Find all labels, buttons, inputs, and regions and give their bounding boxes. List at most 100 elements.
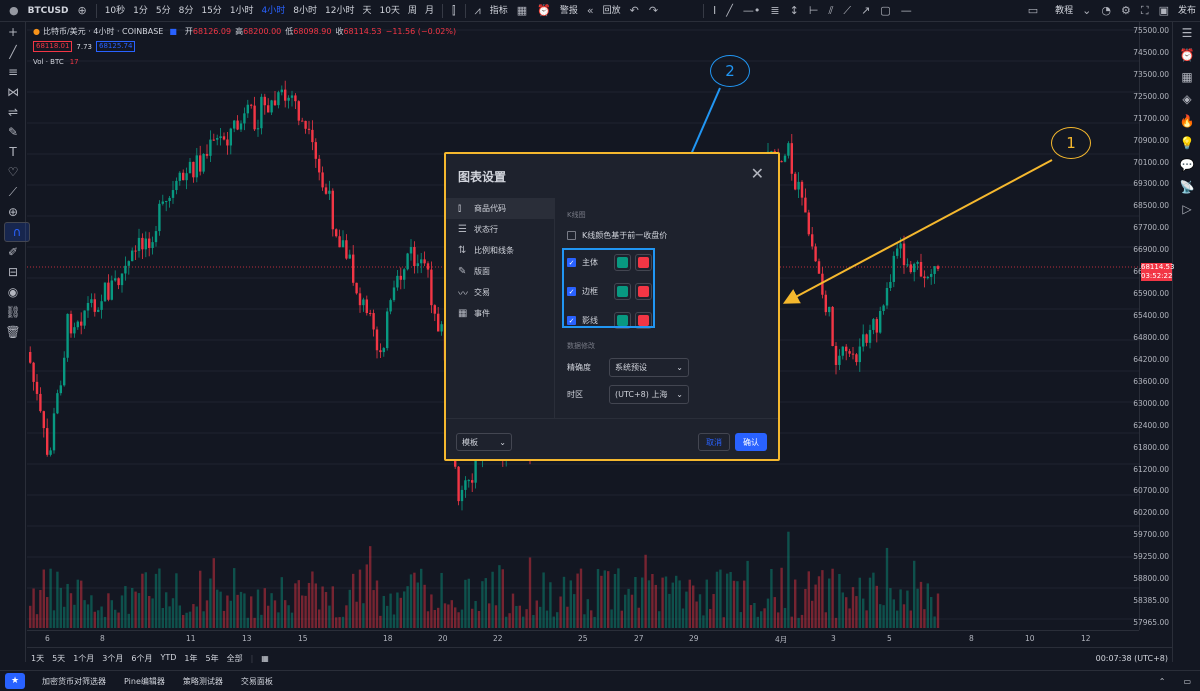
bottom-tab-3[interactable]: 交易面板 (232, 676, 282, 687)
calendar-icon[interactable]: ▦ (257, 654, 273, 663)
horizontal-ray-icon[interactable]: —• (738, 0, 766, 21)
publish-button[interactable]: 发布 (1174, 0, 1200, 21)
bottom-tab-2[interactable]: 策略测试器 (174, 676, 232, 687)
bid-price[interactable]: 68118.01 (33, 41, 73, 52)
brush-icon[interactable]: ✎ (0, 122, 26, 142)
text-icon[interactable]: T (0, 142, 26, 162)
prediction-icon[interactable]: ⇌ (0, 102, 26, 122)
collapse-icon[interactable]: ⌃ (1150, 677, 1175, 686)
lock-drawing-icon[interactable]: ✐ (0, 242, 26, 262)
play-icon[interactable]: ▷ (1173, 198, 1200, 220)
watchlist-icon[interactable]: ☰ (1173, 22, 1200, 44)
range-0[interactable]: 1天 (27, 653, 48, 664)
crosshair-icon[interactable]: + (0, 22, 26, 42)
clock-icon[interactable]: ◔ (1096, 0, 1116, 21)
cancel-button[interactable]: 取消 (698, 433, 730, 451)
range-2[interactable]: 1个月 (69, 653, 98, 664)
clock-readout[interactable]: 00:07:38 (UTC+8) (1092, 654, 1172, 663)
settings-nav-item-2[interactable]: ⇅ 比例和线条 (446, 240, 554, 261)
interval-7[interactable]: 8小时 (289, 0, 321, 21)
symbol-search[interactable]: BTCUSD (24, 0, 73, 21)
settings-nav-item-0[interactable]: ⫾ 商品代码 (446, 198, 554, 219)
interval-5[interactable]: 1小时 (226, 0, 258, 21)
stream-icon[interactable]: 📡 (1173, 176, 1200, 198)
range-3[interactable]: 3个月 (98, 653, 127, 664)
prev-close-row[interactable]: K线颜色基于前一收盘价 (567, 230, 667, 241)
hotlist-icon[interactable]: 🔥 (1173, 110, 1200, 132)
interval-10[interactable]: 10天 (375, 0, 403, 21)
timezone-select[interactable]: (UTC+8) 上海 ⌄ (609, 385, 689, 404)
interval-1[interactable]: 1分 (129, 0, 152, 21)
bottom-tab-0[interactable]: 加密货币对筛选器 (33, 676, 115, 687)
heart-icon[interactable]: ♡ (0, 162, 26, 182)
fib-icon[interactable]: ≡ (0, 62, 26, 82)
interval-3[interactable]: 8分 (175, 0, 198, 21)
replay-icon[interactable]: « (582, 0, 599, 21)
range-1[interactable]: 5天 (48, 653, 69, 664)
settings-nav-item-3[interactable]: ✎ 版面 (446, 261, 554, 282)
flag-icon[interactable]: ■ (169, 27, 177, 36)
template-select[interactable]: 模板 ⌄ (456, 433, 512, 451)
settings-nav-item-4[interactable]: 〰交易 (446, 282, 554, 303)
camera-icon[interactable]: ▣ (1154, 0, 1174, 21)
link-icon[interactable]: ⛓ (0, 302, 26, 322)
undo-icon[interactable]: ↶ (625, 0, 644, 21)
trendline-icon[interactable]: ╱ (0, 42, 26, 62)
prev-close-checkbox[interactable] (567, 231, 576, 240)
maximize-panel-icon[interactable]: ▭ (1174, 677, 1200, 686)
range-6[interactable]: 1年 (180, 653, 201, 664)
indicators-button[interactable]: 指标 (486, 0, 512, 21)
interval-11[interactable]: 周 (404, 0, 421, 21)
layout-grid-icon[interactable]: ▦ (512, 0, 532, 21)
ask-price[interactable]: 68125.74 (96, 41, 136, 52)
data-window-icon[interactable]: ▦ (1173, 66, 1200, 88)
vertical-line-icon[interactable]: ↕ (785, 0, 804, 21)
gear-icon[interactable]: ⚙ (1116, 0, 1136, 21)
time-axis[interactable]: 6 8 11 13 15 18 20 22 25 27 29 4月 3 5 8 10 12 (27, 630, 1139, 646)
brush-icon[interactable]: ⟋ (838, 0, 856, 21)
trash-icon[interactable]: 🗑 (0, 322, 26, 342)
alert-button[interactable]: 警报 (556, 0, 582, 21)
symbol-title[interactable]: 比特币/美元 · 4小时 · COINBASE (43, 26, 163, 37)
settings-nav-item-5[interactable]: ▦ 事件 (446, 303, 554, 324)
redo-icon[interactable]: ↷ (644, 0, 663, 21)
interval-4[interactable]: 15分 (197, 0, 225, 21)
text-tool-icon[interactable]: I (708, 0, 721, 21)
range-4[interactable]: 6个月 (127, 653, 156, 664)
add-symbol-icon[interactable]: ⊕ (72, 0, 91, 21)
price-axis[interactable]: 75500.00 74500.00 73500.00 72500.00 71700.00… (1133, 22, 1174, 630)
pattern-icon[interactable]: ⋈ (0, 82, 26, 102)
maximize-icon[interactable]: ⛶ (1136, 0, 1154, 21)
chevron-down-icon[interactable]: ⌄ (1077, 0, 1096, 21)
ok-button[interactable]: 确认 (735, 433, 767, 451)
arrow-icon[interactable]: ↗ (856, 0, 875, 21)
pitchfork-icon[interactable]: ⫽ (823, 0, 838, 21)
range-5[interactable]: YTD (156, 653, 180, 664)
alerts-icon[interactable]: ⏰ (1173, 44, 1200, 66)
chat-icon[interactable]: 💬 (1173, 154, 1200, 176)
alert-icon[interactable]: ⏰ (532, 0, 556, 21)
indicators-icon[interactable]: ⩘ (470, 0, 486, 21)
interval-8[interactable]: 12小时 (321, 0, 358, 21)
layers-icon[interactable]: ◈ (1173, 88, 1200, 110)
ideas-icon[interactable]: 💡 (1173, 132, 1200, 154)
minus-icon[interactable]: — (896, 0, 917, 21)
candle-type-icon[interactable]: ⫿ (447, 0, 461, 21)
interval-6[interactable]: 4小时 (258, 0, 290, 21)
zoom-icon[interactable]: ⊕ (0, 202, 26, 222)
avatar[interactable]: ● (4, 0, 24, 21)
measure-icon[interactable]: ⊢ (804, 0, 824, 21)
fullscreen-icon[interactable]: ▭ (1023, 0, 1043, 21)
range-7[interactable]: 5年 (202, 653, 223, 664)
trendline-tool-icon[interactable]: ╱ (721, 0, 738, 21)
bottom-tab-1[interactable]: Pine编辑器 (115, 676, 174, 687)
replay-button[interactable]: 回放 (599, 0, 625, 21)
tradingview-logo-icon[interactable]: ★ (5, 673, 25, 689)
eye-icon[interactable]: ◉ (0, 282, 26, 302)
lock-icon[interactable]: ⊟ (0, 262, 26, 282)
ruler-icon[interactable]: ⟋ (0, 182, 26, 202)
interval-2[interactable]: 5分 (152, 0, 175, 21)
interval-12[interactable]: 月 (421, 0, 438, 21)
interval-0[interactable]: 10秒 (101, 0, 129, 21)
close-icon[interactable]: ✕ (751, 164, 764, 183)
